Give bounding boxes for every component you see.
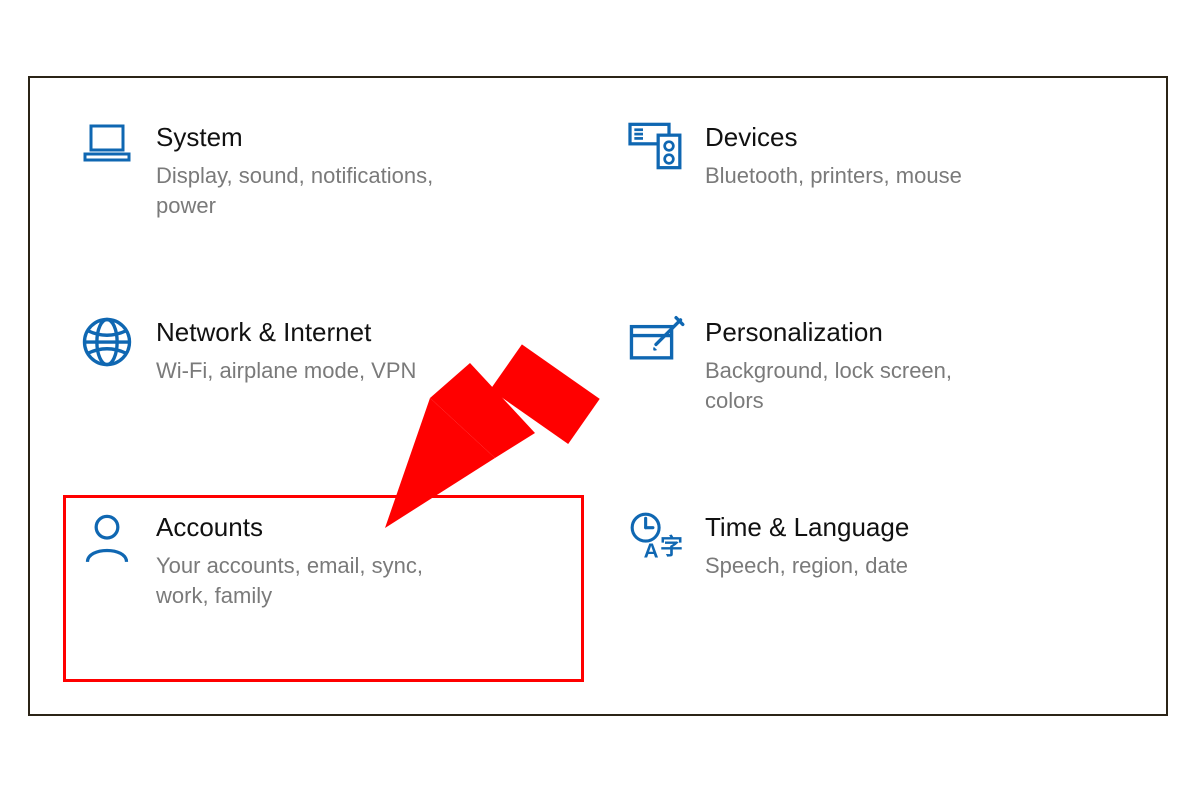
tile-desc: Speech, region, date bbox=[705, 551, 909, 581]
tile-title: Accounts bbox=[156, 512, 456, 543]
settings-tile-network[interactable]: Network & Internet Wi-Fi, airplane mode,… bbox=[64, 301, 583, 486]
settings-grid: System Display, sound, notifications, po… bbox=[30, 78, 1166, 714]
settings-tile-system[interactable]: System Display, sound, notifications, po… bbox=[64, 106, 583, 291]
globe-icon bbox=[76, 315, 138, 377]
settings-tile-personalization[interactable]: Personalization Background, lock screen,… bbox=[613, 301, 1132, 486]
tile-title: Network & Internet bbox=[156, 317, 416, 348]
tile-desc: Background, lock screen, colors bbox=[705, 356, 1005, 415]
laptop-icon bbox=[76, 120, 138, 182]
settings-panel: System Display, sound, notifications, po… bbox=[28, 76, 1168, 716]
tile-title: Personalization bbox=[705, 317, 1005, 348]
devices-icon bbox=[625, 120, 687, 182]
tile-text: System Display, sound, notifications, po… bbox=[156, 120, 456, 221]
svg-text:A: A bbox=[644, 540, 659, 563]
tile-desc: Display, sound, notifications, power bbox=[156, 161, 456, 220]
tile-text: Personalization Background, lock screen,… bbox=[705, 315, 1005, 416]
tile-title: System bbox=[156, 122, 456, 153]
tile-text: Network & Internet Wi-Fi, airplane mode,… bbox=[156, 315, 416, 386]
tile-title: Time & Language bbox=[705, 512, 909, 543]
tile-title: Devices bbox=[705, 122, 962, 153]
tile-desc: Wi-Fi, airplane mode, VPN bbox=[156, 356, 416, 386]
person-icon bbox=[76, 510, 138, 572]
settings-tile-accounts[interactable]: Accounts Your accounts, email, sync, wor… bbox=[64, 496, 583, 681]
tile-text: Time & Language Speech, region, date bbox=[705, 510, 909, 581]
tile-text: Accounts Your accounts, email, sync, wor… bbox=[156, 510, 456, 611]
time-language-icon: A 字 bbox=[625, 510, 687, 572]
tile-desc: Bluetooth, printers, mouse bbox=[705, 161, 962, 191]
personalize-icon bbox=[625, 315, 687, 377]
settings-tile-devices[interactable]: Devices Bluetooth, printers, mouse bbox=[613, 106, 1132, 291]
tile-text: Devices Bluetooth, printers, mouse bbox=[705, 120, 962, 191]
settings-tile-time-language[interactable]: A 字 Time & Language Speech, region, date bbox=[613, 496, 1132, 681]
svg-text:字: 字 bbox=[660, 534, 683, 560]
tile-desc: Your accounts, email, sync, work, family bbox=[156, 551, 456, 610]
